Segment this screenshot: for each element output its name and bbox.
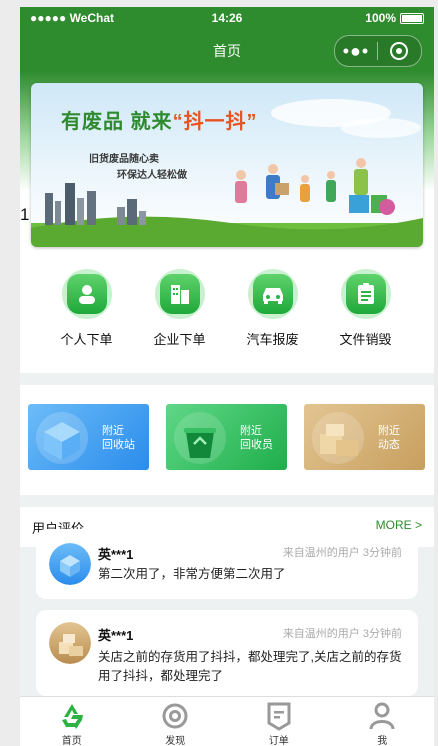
banner-subtitle-1: 旧货废品随心卖: [89, 154, 159, 165]
review-meta: 来自温州的用户 3分钟前: [282, 628, 402, 640]
nearby-card-text: 附近 回收站: [102, 424, 135, 452]
nearby-activity-card[interactable]: 附近 动态: [304, 404, 425, 470]
quick-action-label: 个人下单: [60, 332, 113, 347]
review-card: 英***1 来自温州的用户 3分钟前 第二次用了，非常方便第二次用了: [36, 529, 418, 599]
banner-subtitle-2: 环保达人轻松做: [117, 170, 187, 181]
quick-action-label: 汽车报废: [246, 332, 299, 347]
nearby-card-line1: 附近: [240, 425, 262, 437]
quick-action-icon-wrap: [247, 269, 298, 319]
nearby-card-line2: 动态: [378, 439, 400, 451]
review-text: 关店之前的存货用了抖抖，都处理完了,关店之前的存货用了抖抖，都处理完了: [98, 650, 402, 683]
quick-action-enterprise[interactable]: 企业下单: [133, 269, 226, 348]
quick-action-personal[interactable]: 个人下单: [40, 269, 133, 348]
close-mini-program-button[interactable]: [378, 42, 420, 60]
reviewer-name: 英***1: [98, 628, 134, 643]
nearby-collector-card[interactable]: 附近 回收员: [166, 404, 287, 470]
quick-actions: 个人下单 企业下单 汽车报废 文件销毁: [20, 269, 434, 348]
tab-me[interactable]: 我: [331, 697, 435, 746]
quick-action-car-scrap[interactable]: 汽车报废: [226, 269, 319, 348]
more-menu-icon[interactable]: •●•: [335, 37, 377, 65]
tab-label: 我: [377, 736, 388, 746]
reviewer-avatar: [49, 622, 91, 664]
tab-label: 首页: [61, 736, 82, 746]
box-icon: [36, 412, 88, 464]
reviewer-avatar: [49, 543, 91, 585]
user-icon: [369, 702, 395, 730]
target-icon: [390, 42, 408, 60]
document-icon: [357, 283, 374, 304]
mini-program-capsule: •●•: [334, 35, 422, 67]
recycle-bin-icon: [174, 412, 226, 464]
tab-label: 发现: [165, 736, 186, 746]
review-meta: 来自温州的用户 3分钟前: [282, 547, 402, 559]
quick-action-icon-wrap: [340, 269, 391, 319]
tab-discover[interactable]: 发现: [124, 697, 228, 746]
nearby-card-text: 附近 动态: [378, 424, 400, 452]
reviewer-name: 英***1: [98, 547, 134, 562]
review-card: 英***1 来自温州的用户 3分钟前 关店之前的存货用了抖抖，都处理完了,关店之…: [36, 610, 418, 696]
banner-headline: 有废品 就来“抖一抖”: [61, 105, 258, 134]
status-bar: ●●●●● WeChat 14:26 100%: [20, 7, 434, 29]
recycle-icon: [61, 704, 83, 729]
compass-icon: [162, 703, 188, 729]
quick-action-icon-wrap: [61, 269, 112, 319]
car-icon: [262, 288, 283, 304]
nearby-card-text: 附近 回收员: [240, 424, 273, 452]
nearby-card-line1: 附近: [378, 425, 400, 437]
headline-text: 有废品 就来: [61, 111, 173, 133]
tab-orders[interactable]: 订单: [227, 697, 331, 746]
nearby-station-card[interactable]: 附近 回收站: [28, 404, 149, 470]
nav-bar: 首页 •●•: [20, 29, 434, 71]
battery-percent: 100%: [365, 11, 396, 25]
battery-icon: [400, 12, 424, 24]
tab-bar: 首页 发现 订单 我: [20, 696, 434, 746]
phone-screen: ●●●●● WeChat 14:26 100% 首页 •●• 有废品 就来“抖一…: [20, 7, 434, 746]
quick-action-label: 文件销毁: [339, 332, 392, 347]
nearby-card-line2: 回收站: [102, 439, 135, 451]
nearby-card-line2: 回收员: [240, 439, 273, 451]
tab-label: 订单: [268, 736, 289, 746]
battery-indicator: 100%: [365, 11, 424, 25]
review-text: 第二次用了，非常方便第二次用了: [98, 567, 286, 581]
quick-action-icon-wrap: [154, 269, 205, 319]
order-icon: [267, 702, 291, 731]
stray-text: 1: [20, 205, 30, 224]
promo-banner[interactable]: 有废品 就来“抖一抖” 旧货废品随心卖 环保达人轻松做: [31, 83, 423, 247]
quick-action-document-shred[interactable]: 文件销毁: [319, 269, 412, 348]
tab-home[interactable]: 首页: [20, 697, 124, 746]
nearby-card-line1: 附近: [102, 425, 124, 437]
headline-quote: “抖一抖”: [172, 111, 258, 133]
parcel-icon: [312, 412, 364, 464]
quick-action-label: 企业下单: [153, 332, 206, 347]
building-icon: [170, 285, 189, 304]
person-icon: [78, 285, 95, 304]
